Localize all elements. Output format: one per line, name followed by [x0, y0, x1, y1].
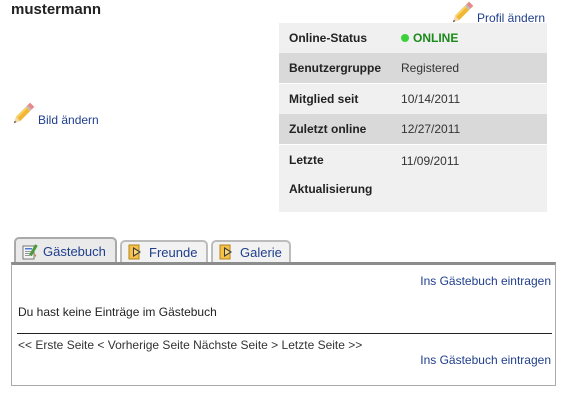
info-value: 11/09/2011 — [391, 144, 547, 212]
previous-page-link[interactable]: < Vorherige Seite — [97, 338, 189, 352]
add-guestbook-entry-link-bottom[interactable]: Ins Gästebuch eintragen — [420, 353, 551, 367]
online-dot-icon — [401, 34, 410, 42]
profile-username: mustermann — [11, 1, 102, 18]
info-label: Letzte Aktualisierung — [279, 144, 392, 212]
info-row-group: Benutzergruppe Registered — [279, 53, 547, 84]
arrow-tab-icon — [219, 244, 232, 260]
add-guestbook-entry-link[interactable]: Ins Gästebuch eintragen — [420, 274, 551, 288]
edit-picture-link[interactable]: Bild ändern — [11, 101, 99, 127]
profile-info-table: Online-Status ONLINE Benutzergruppe Regi… — [279, 23, 547, 212]
info-label: Zuletzt online — [279, 114, 392, 145]
tab-friends[interactable]: Freunde — [120, 240, 208, 262]
pencil-icon — [13, 102, 35, 124]
info-value: 12/27/2011 — [391, 114, 547, 145]
tab-label: Freunde — [149, 244, 198, 260]
guestbook-icon — [22, 243, 38, 259]
tab-label: Gästebuch — [43, 244, 106, 259]
edit-picture-label: Bild ändern — [38, 113, 99, 127]
info-label: Benutzergruppe — [279, 53, 392, 84]
first-page-link[interactable]: << Erste Seite — [18, 338, 94, 352]
divider — [17, 333, 552, 334]
tab-guestbook[interactable]: Gästebuch — [14, 237, 117, 264]
info-value: Registered — [391, 53, 547, 84]
info-row-member-since: Mitglied seit 10/14/2011 — [279, 83, 547, 114]
info-label: Online-Status — [279, 23, 392, 53]
tab-label: Galerie — [240, 244, 282, 260]
info-row-online-status: Online-Status ONLINE — [279, 23, 547, 53]
info-row-last-update: Letzte Aktualisierung 11/09/2011 — [279, 144, 547, 212]
tab-gallery[interactable]: Galerie — [211, 240, 291, 262]
guestbook-panel: Ins Gästebuch eintragen Du hast keine Ei… — [11, 262, 556, 386]
online-status-value: ONLINE — [413, 31, 459, 45]
arrow-tab-icon — [128, 244, 141, 260]
info-row-last-online: Zuletzt online 12/27/2011 — [279, 114, 547, 145]
last-page-link[interactable]: Letzte Seite >> — [282, 338, 363, 352]
info-label: Mitglied seit — [279, 83, 392, 114]
pagination: << Erste Seite < Vorherige Seite Nächste… — [18, 338, 362, 352]
next-page-link[interactable]: Nächste Seite > — [193, 338, 278, 352]
info-value: 10/14/2011 — [391, 83, 547, 114]
info-value: ONLINE — [391, 23, 547, 53]
empty-guestbook-message: Du hast keine Einträge im Gästebuch — [18, 305, 217, 319]
